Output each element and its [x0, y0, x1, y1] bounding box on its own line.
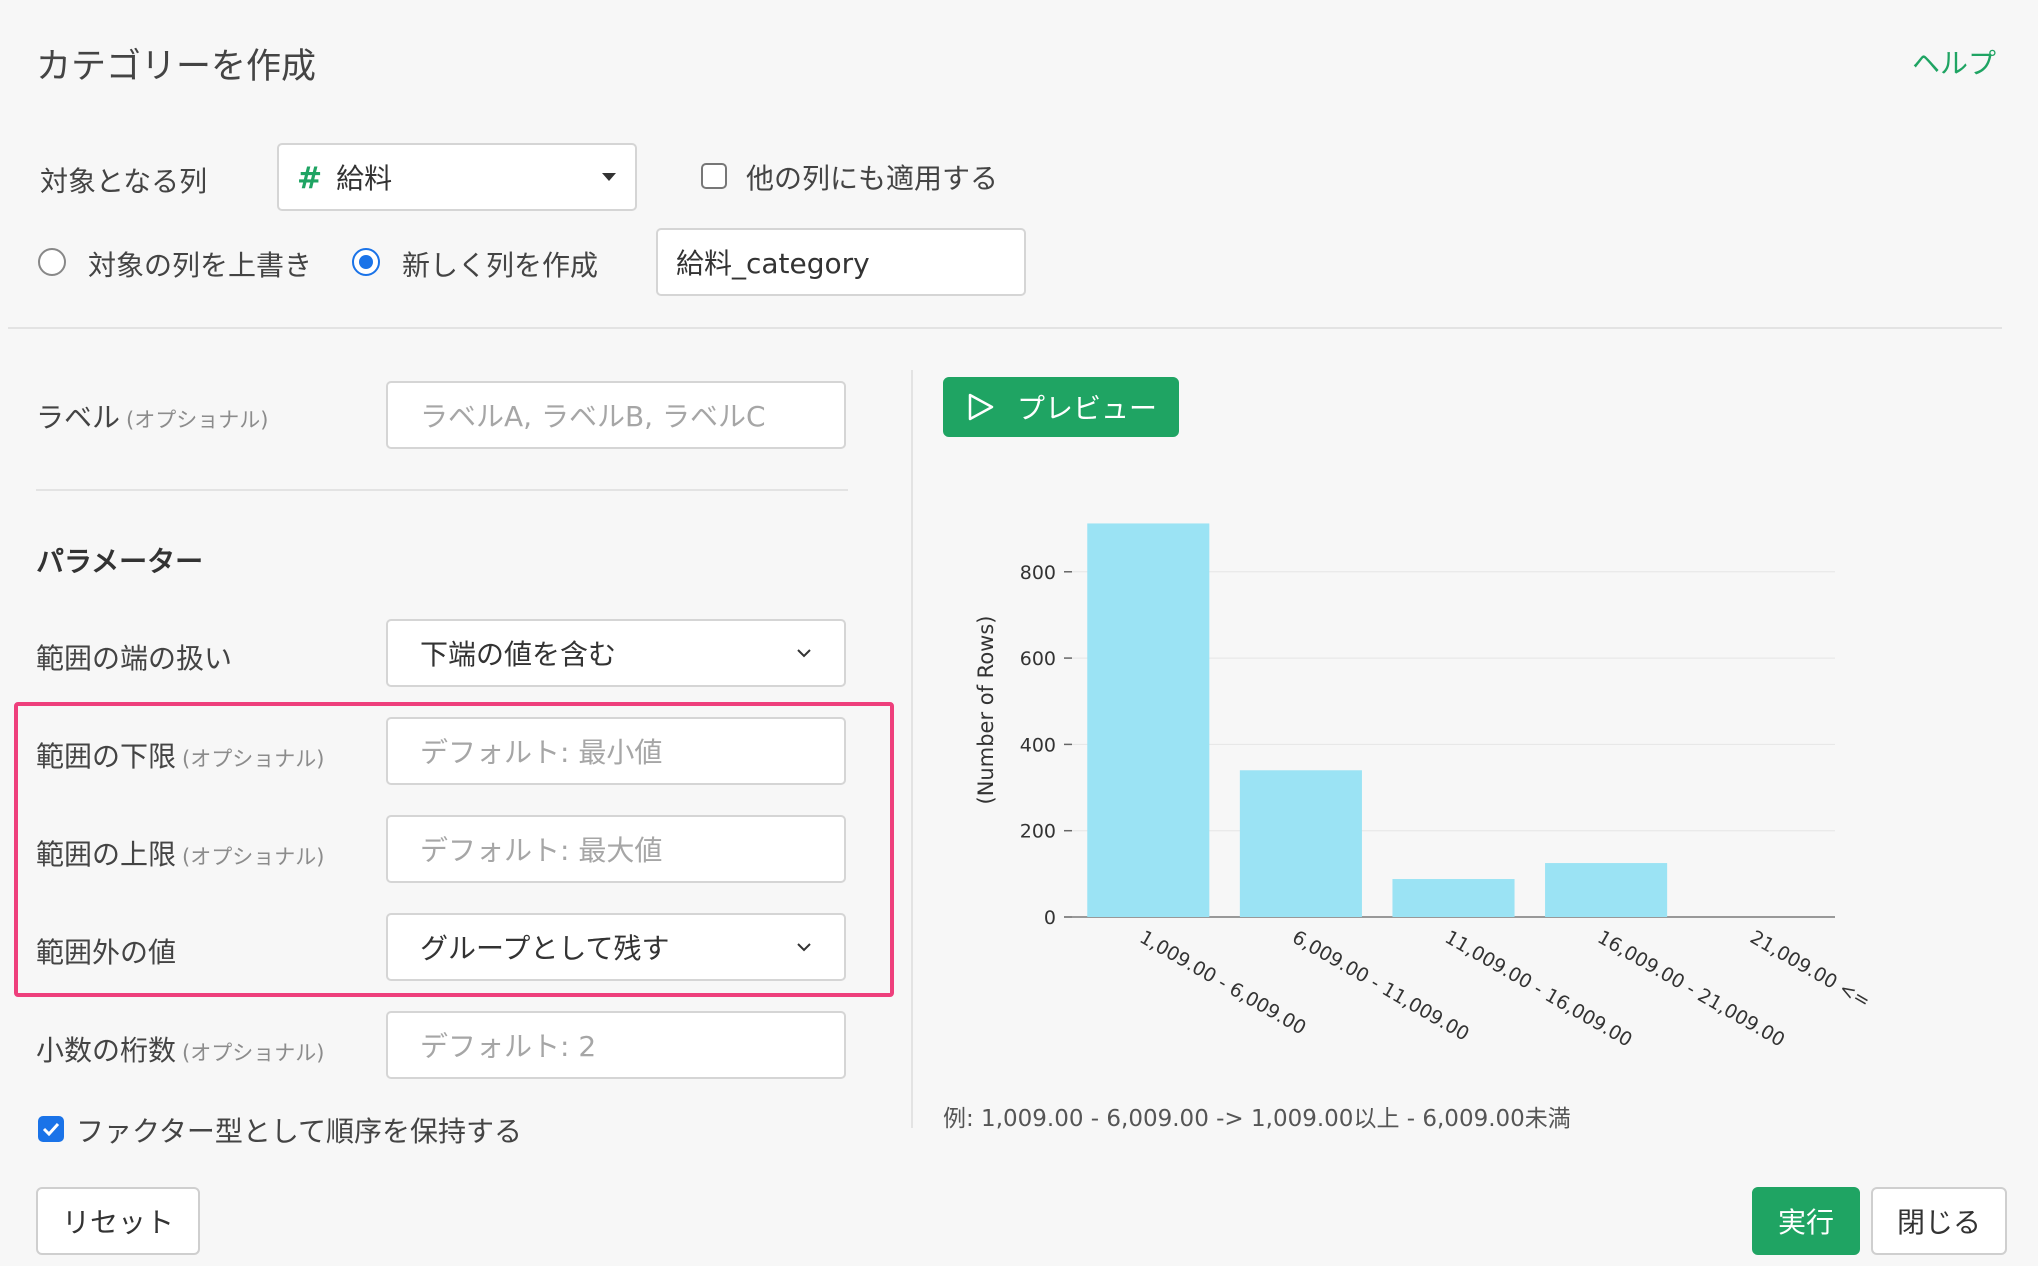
- histogram-bar: [1392, 879, 1515, 917]
- label-input[interactable]: ラベルA, ラベルB, ラベルC: [386, 381, 846, 449]
- numeric-type-icon: #: [297, 161, 323, 196]
- y-tick-label: 800: [1020, 562, 1056, 584]
- optional-hint: (オプショナル): [126, 408, 269, 432]
- y-tick-label: 600: [1020, 648, 1056, 670]
- dialog-title: カテゴリーを作成: [36, 47, 317, 87]
- reset-button[interactable]: リセット: [36, 1187, 200, 1255]
- target-column-label: 対象となる列: [40, 165, 208, 198]
- histogram-bar: [1545, 863, 1668, 917]
- new-column-radio[interactable]: [352, 248, 380, 276]
- label-field-label: ラベル (オプショナル): [36, 401, 269, 434]
- play-icon: [968, 393, 994, 421]
- header-divider: [8, 327, 2002, 329]
- help-link[interactable]: ヘルプ: [1912, 42, 1996, 82]
- outside-values-label: 範囲外の値: [36, 936, 177, 969]
- example-text: 例: 1,009.00 - 6,009.00 -> 1,009.00以上 - 6…: [943, 1106, 1571, 1132]
- apply-others-checkbox[interactable]: [701, 163, 727, 189]
- boundary-value: 下端の値を含む: [420, 638, 617, 671]
- outside-values-select[interactable]: グループとして残す: [386, 913, 846, 981]
- target-column-value: 給料: [336, 162, 393, 195]
- chevron-down-icon: [797, 649, 811, 658]
- upper-limit-label: 範囲の上限 (オプショナル): [36, 838, 325, 871]
- panel-divider: [911, 370, 913, 1128]
- target-column-select[interactable]: # 給料: [277, 143, 637, 211]
- y-tick-label: 400: [1020, 734, 1056, 756]
- lower-limit-label: 範囲の下限 (オプショナル): [36, 740, 325, 773]
- run-button[interactable]: 実行: [1752, 1187, 1860, 1255]
- overwrite-label: 対象の列を上書き: [88, 249, 313, 282]
- y-tick-label: 200: [1020, 821, 1056, 843]
- y-axis-label: (Number of Rows): [974, 616, 998, 805]
- histogram-bar: [1239, 770, 1362, 917]
- caret-down-icon: [602, 173, 616, 181]
- preview-button[interactable]: プレビュー: [943, 377, 1179, 437]
- histogram-chart: 0200400600800 1,009.00 - 6,009.006,009.0…: [974, 523, 1874, 1052]
- boundary-select[interactable]: 下端の値を含む: [386, 619, 846, 687]
- decimals-input[interactable]: デフォルト: 2: [386, 1011, 846, 1079]
- chevron-down-icon: [797, 943, 811, 952]
- check-icon: [42, 1122, 60, 1136]
- histogram-bar: [1087, 523, 1210, 917]
- x-tick-label: 21,009.00 <=: [1746, 926, 1874, 1012]
- factor-label: ファクター型として順序を保持する: [76, 1115, 523, 1148]
- factor-checkbox[interactable]: [38, 1116, 64, 1142]
- upper-limit-input[interactable]: デフォルト: 最大値: [386, 815, 846, 883]
- new-column-label: 新しく列を作成: [402, 249, 599, 282]
- outside-values-value: グループとして残す: [420, 932, 670, 965]
- parameters-heading: パラメーター: [36, 545, 204, 578]
- lower-limit-input[interactable]: デフォルト: 最小値: [386, 717, 846, 785]
- overwrite-radio[interactable]: [38, 248, 66, 276]
- apply-others-label: 他の列にも適用する: [746, 162, 999, 195]
- decimals-label: 小数の桁数 (オプショナル): [36, 1034, 325, 1067]
- label-divider: [36, 489, 848, 491]
- y-tick-label: 0: [1044, 907, 1056, 929]
- new-column-name-input[interactable]: 給料_category: [656, 228, 1026, 296]
- boundary-label: 範囲の端の扱い: [36, 642, 233, 675]
- close-button[interactable]: 閉じる: [1871, 1187, 2007, 1255]
- x-tick-label: 1,009.00 - 6,009.00: [1136, 926, 1310, 1039]
